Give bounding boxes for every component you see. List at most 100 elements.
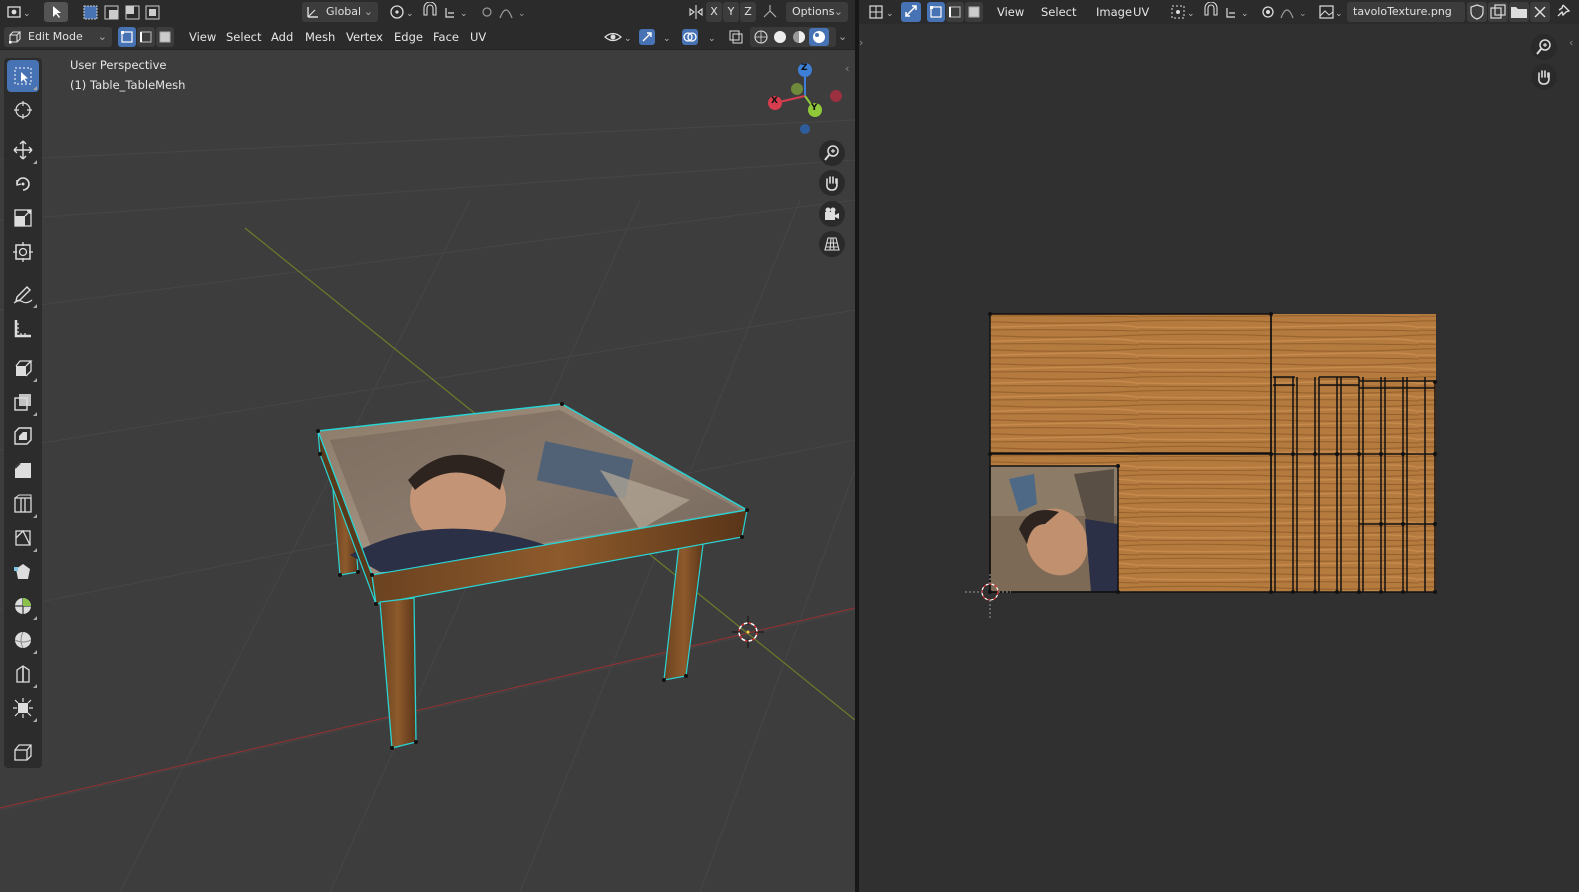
uv-pivot-button[interactable]: ⌄ (1169, 2, 1197, 22)
proportional-edit-button[interactable]: ⌄ (478, 2, 530, 22)
inset-faces-tool[interactable] (7, 420, 39, 452)
open-image-button[interactable] (1509, 2, 1529, 22)
gizmo-toggle-button[interactable]: ⌄ (637, 27, 675, 47)
snap-button[interactable]: ⌄ (420, 1, 472, 22)
uv-zoom-button[interactable] (1531, 34, 1557, 60)
mirror-icon-button[interactable] (686, 2, 706, 22)
xray-toggle-button[interactable] (726, 27, 746, 47)
extrude-region-tool[interactable] (7, 386, 39, 418)
unlink-image-button[interactable] (1530, 2, 1550, 22)
rip-region-tool[interactable] (7, 736, 39, 768)
table-leg-front-left (379, 597, 417, 749)
spin-tool[interactable] (7, 590, 39, 622)
tool-shelf (4, 58, 42, 768)
uv-face-mode-button[interactable] (965, 2, 983, 22)
viewport-scene (0, 119, 855, 892)
menu-select[interactable]: Select (220, 27, 267, 47)
rotate-tool[interactable] (7, 168, 39, 200)
pan-button[interactable] (819, 170, 845, 196)
editor-type-button[interactable]: ⌄ (4, 2, 34, 22)
menu-view[interactable]: View (183, 27, 222, 47)
menu-mesh[interactable]: Mesh (299, 27, 341, 47)
cursor-tool[interactable] (7, 94, 39, 126)
loop-cut-tool[interactable] (7, 488, 39, 520)
options-dropdown[interactable]: Options ⌄ (786, 2, 848, 22)
uv-proportional-edit-button[interactable]: ⌄ (1259, 2, 1311, 22)
chevron-down-icon[interactable]: ⌄ (838, 30, 847, 43)
transform-icon (13, 242, 33, 262)
xray-icon (729, 30, 743, 44)
svg-text:⌄: ⌄ (886, 9, 894, 19)
vertex-select-icon (930, 6, 942, 18)
3d-viewport-canvas[interactable]: User Perspective (1) Table_TableMesh Z X… (0, 50, 855, 892)
menu-face[interactable]: Face (427, 27, 465, 47)
uv-sidebar-toggle-arrow[interactable]: ‹ (1569, 36, 1577, 52)
poly-build-tool[interactable] (7, 556, 39, 588)
mirror-x-toggle[interactable]: X (706, 2, 722, 22)
svg-text:⌄: ⌄ (460, 9, 468, 19)
menu-uv[interactable]: UV (464, 27, 492, 47)
uv-editor-canvas[interactable]: › ‹ (859, 24, 1579, 892)
menu-edge[interactable]: Edge (388, 27, 429, 47)
eye-icon: ⌄ (604, 32, 632, 44)
edge-slide-tool[interactable] (7, 658, 39, 690)
shrink-fatten-tool[interactable] (7, 692, 39, 724)
add-cube-tool[interactable] (7, 352, 39, 384)
select-mode-icon-button[interactable] (44, 2, 68, 22)
fake-user-button[interactable] (1467, 2, 1487, 22)
annotate-tool[interactable] (7, 278, 39, 310)
perspective-toggle-button[interactable] (819, 231, 845, 257)
pivot-point-button[interactable]: ⌄ (386, 2, 416, 22)
knife-tool[interactable] (7, 522, 39, 554)
uv-toolbar-toggle-arrow[interactable]: › (859, 36, 867, 52)
edge-select-icon (949, 6, 961, 18)
uv-sync-selection-button[interactable] (901, 2, 921, 22)
navigation-gizmo[interactable]: Z X Y (760, 58, 850, 138)
uv-editor-type-button[interactable]: ⌄ (867, 2, 897, 22)
edge-select-mode-button[interactable] (137, 27, 155, 47)
image-name-field[interactable]: tavoloTexture.png (1347, 2, 1465, 22)
uv-menu-select[interactable]: Select (1035, 2, 1082, 22)
pin-button[interactable] (1555, 2, 1575, 22)
loop-cut-icon (14, 494, 32, 513)
face-select-icon (159, 31, 171, 43)
corner-indicator (33, 684, 37, 688)
sidebar-toggle-arrow[interactable]: ‹ (845, 62, 855, 78)
auto-merge-button[interactable] (760, 2, 780, 22)
move-tool[interactable] (7, 134, 39, 166)
object-visibility-button[interactable]: ⌄ (602, 27, 634, 47)
new-image-button[interactable] (1488, 2, 1508, 22)
spin-icon (15, 598, 31, 614)
corner-indicator (33, 378, 37, 382)
uv-menu-uv[interactable]: UV (1127, 2, 1155, 22)
uv-menu-view[interactable]: View (991, 2, 1030, 22)
mode-dropdown[interactable]: Edit Mode ⌄ (4, 27, 112, 47)
selection-mode-group[interactable] (80, 2, 176, 22)
uv-vertex-mode-button[interactable] (927, 2, 945, 22)
viewport-header-bottom: Edit Mode ⌄ View Select Add Mesh Vertex … (0, 24, 855, 50)
vertex-select-mode-button[interactable] (118, 27, 136, 47)
bevel-tool[interactable] (7, 454, 39, 486)
uv-edge-mode-button[interactable] (946, 2, 964, 22)
photo-uv-region (989, 465, 1119, 593)
face-select-mode-button[interactable] (156, 27, 174, 47)
mirror-y-toggle[interactable]: Y (723, 2, 739, 22)
overlays-toggle-button[interactable]: ⌄ (680, 27, 720, 47)
uv-snap-button[interactable]: ⌄ (1201, 1, 1253, 22)
transform-tool[interactable] (7, 236, 39, 268)
smooth-tool[interactable] (7, 624, 39, 656)
uv-pan-button[interactable] (1531, 64, 1557, 90)
scale-tool[interactable] (7, 202, 39, 234)
menu-vertex[interactable]: Vertex (340, 27, 389, 47)
measure-tool[interactable] (7, 312, 39, 344)
camera-view-button[interactable] (819, 201, 845, 227)
gizmo-z-label: Z (801, 63, 808, 73)
shading-mode-group[interactable] (750, 27, 836, 47)
ruler-icon (14, 320, 31, 338)
image-browse-button[interactable]: ⌄ (1317, 2, 1345, 22)
zoom-button[interactable] (819, 140, 845, 166)
select-box-tool[interactable] (7, 60, 39, 92)
menu-add[interactable]: Add (265, 27, 299, 47)
transform-orientation-dropdown[interactable]: Global ⌄ (302, 2, 378, 22)
mirror-z-toggle[interactable]: Z (740, 2, 756, 22)
